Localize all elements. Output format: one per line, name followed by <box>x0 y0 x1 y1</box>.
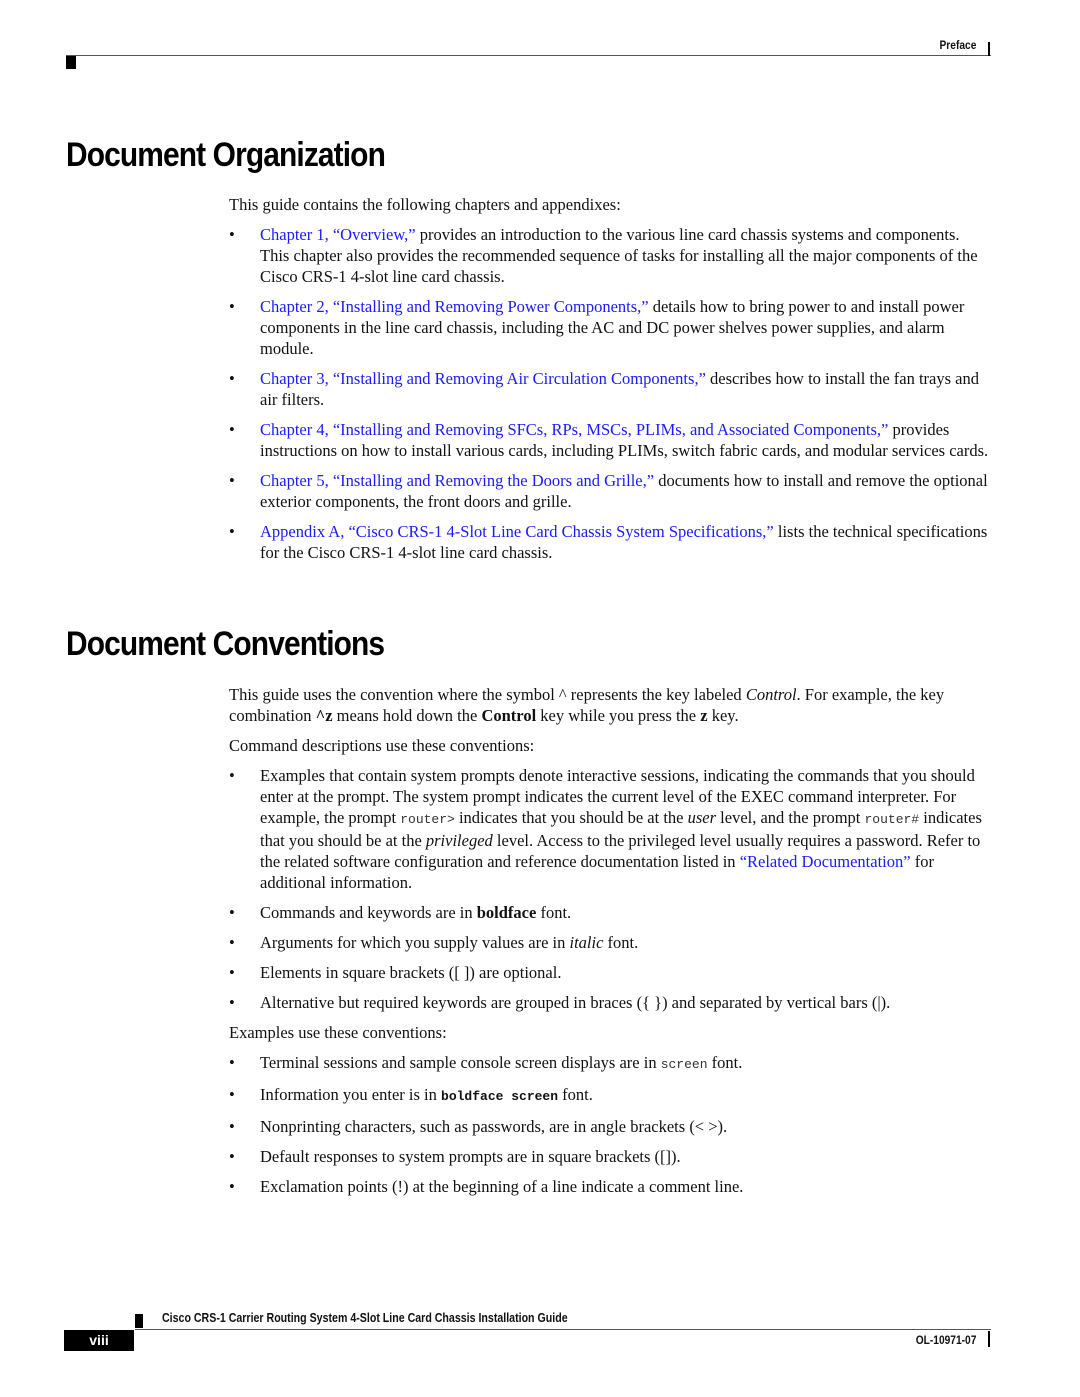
header-corner-block <box>66 56 76 69</box>
chapter-item: Chapter 2, “Installing and Removing Powe… <box>229 296 989 359</box>
chapter-item: Chapter 5, “Installing and Removing the … <box>229 470 989 512</box>
chapter-item: Chapter 1, “Overview,” provides an intro… <box>229 224 989 287</box>
list-item: Arguments for which you supply values ar… <box>229 932 989 953</box>
header-bar <box>988 42 990 56</box>
chapter-3-link[interactable]: Chapter 3, “Installing and Removing Air … <box>260 369 706 388</box>
footer-block <box>135 1314 143 1328</box>
chapter-4-link[interactable]: Chapter 4, “Installing and Removing SFCs… <box>260 420 888 439</box>
footer-bar <box>988 1331 990 1347</box>
control-key-paragraph: This guide uses the convention where the… <box>229 685 945 725</box>
organization-section: This guide contains the following chapte… <box>229 194 989 572</box>
footer-rule <box>135 1329 991 1330</box>
command-intro: Command descriptions use these conventio… <box>229 736 535 755</box>
list-item: Examples that contain system prompts den… <box>229 765 989 893</box>
document-number: OL-10971-07 <box>915 1333 976 1347</box>
conventions-section: This guide uses the convention where the… <box>229 684 989 1206</box>
list-item: Information you enter is in boldface scr… <box>229 1084 989 1107</box>
chapter-2-link[interactable]: Chapter 2, “Installing and Removing Powe… <box>260 297 649 316</box>
header-rule <box>66 55 991 56</box>
list-item: Exclamation points (!) at the beginning … <box>229 1176 989 1197</box>
command-conventions-list: Examples that contain system prompts den… <box>229 765 989 1013</box>
chapter-item: Chapter 3, “Installing and Removing Air … <box>229 368 989 410</box>
organization-intro: This guide contains the following chapte… <box>229 195 621 214</box>
list-item: Alternative but required keywords are gr… <box>229 992 989 1013</box>
related-documentation-link[interactable]: “Related Documentation” <box>740 852 911 871</box>
list-item: Nonprinting characters, such as password… <box>229 1116 989 1137</box>
example-intro: Examples use these conventions: <box>229 1023 447 1042</box>
appendix-a-link[interactable]: Appendix A, “Cisco CRS-1 4-Slot Line Car… <box>260 522 774 541</box>
list-item: Default responses to system prompts are … <box>229 1146 989 1167</box>
page-number: viii <box>64 1330 134 1351</box>
chapter-1-link[interactable]: Chapter 1, “Overview,” <box>260 225 416 244</box>
appendix-item: Appendix A, “Cisco CRS-1 4-Slot Line Car… <box>229 521 989 563</box>
list-item: Terminal sessions and sample console scr… <box>229 1052 989 1075</box>
header-section: Preface <box>939 38 976 52</box>
organization-heading: Document Organization <box>66 136 386 174</box>
chapter-item: Chapter 4, “Installing and Removing SFCs… <box>229 419 989 461</box>
list-item: Commands and keywords are in boldface fo… <box>229 902 989 923</box>
chapter-5-link[interactable]: Chapter 5, “Installing and Removing the … <box>260 471 654 490</box>
list-item: Elements in square brackets ([ ]) are op… <box>229 962 989 983</box>
footer-title: Cisco CRS-1 Carrier Routing System 4-Slo… <box>162 1311 568 1325</box>
chapter-list: Chapter 1, “Overview,” provides an intro… <box>229 224 989 563</box>
example-conventions-list: Terminal sessions and sample console scr… <box>229 1052 989 1197</box>
conventions-heading: Document Conventions <box>66 625 385 663</box>
